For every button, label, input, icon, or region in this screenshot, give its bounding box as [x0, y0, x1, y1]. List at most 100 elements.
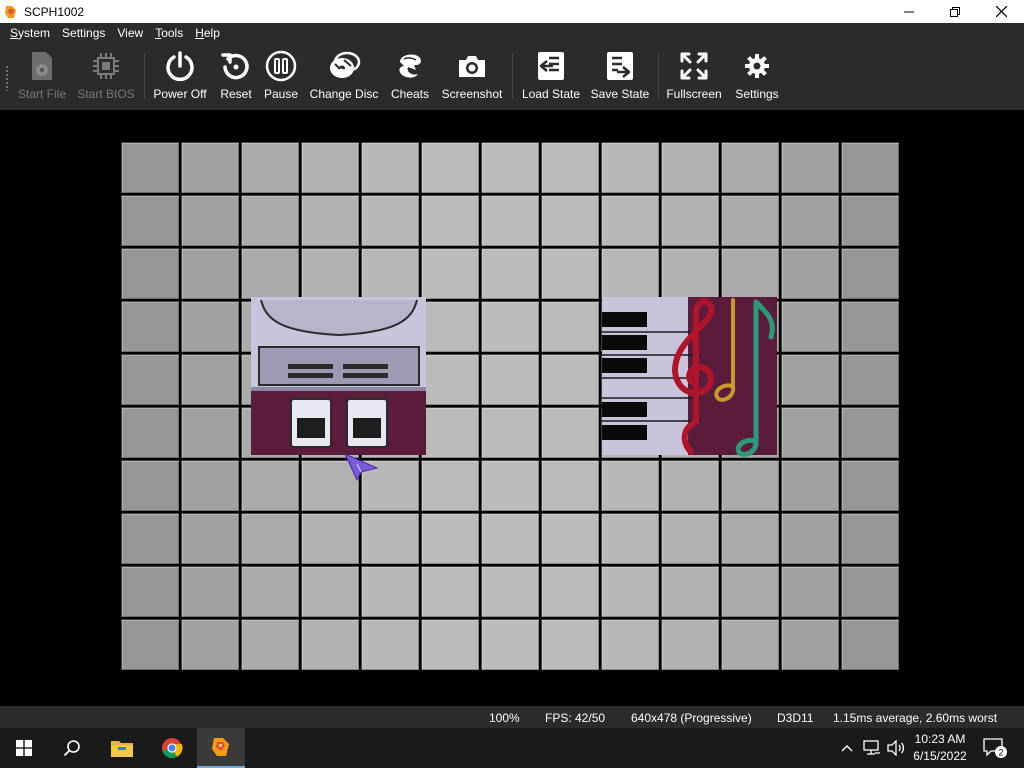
memory-card-manager-icon[interactable] — [251, 297, 426, 455]
network-button[interactable] — [862, 739, 882, 757]
speed-status: 100% — [489, 711, 520, 725]
renderer-status: D3D11 — [777, 711, 814, 725]
save-state-icon — [607, 52, 633, 80]
bios-tile — [302, 249, 359, 299]
bios-tile — [182, 567, 239, 617]
screenshot-button[interactable]: Screenshot — [442, 49, 502, 105]
window-title: SCPH1002 — [24, 4, 85, 19]
bios-tile — [422, 196, 479, 246]
bios-tile — [122, 143, 179, 193]
file-explorer-button[interactable] — [98, 728, 146, 768]
bios-tile — [842, 461, 899, 511]
menu-settings[interactable]: Settings — [56, 26, 111, 40]
menu-help[interactable]: Help — [189, 26, 226, 40]
camera-icon — [459, 56, 485, 77]
bios-tile — [182, 143, 239, 193]
windows-start-icon — [16, 740, 32, 756]
bios-tile — [422, 355, 479, 405]
search-icon — [63, 740, 80, 757]
bios-tile — [242, 514, 299, 564]
toolbar: Start File Start BIOS Power Off Reset Pa… — [0, 43, 1024, 110]
menu-system[interactable]: System — [4, 26, 56, 40]
load-state-button[interactable]: Load State — [520, 49, 582, 105]
taskbar-clock[interactable]: 10:23 AM 6/15/2022 — [908, 731, 972, 765]
bios-tile — [602, 514, 659, 564]
action-center-button[interactable]: 2 — [980, 735, 1010, 761]
fps-status: FPS: 42/50 — [545, 711, 606, 725]
bios-tile — [362, 249, 419, 299]
fullscreen-icon — [680, 52, 708, 80]
frame-time-status: 1.15ms average, 2.60ms worst — [833, 711, 998, 725]
bios-tile — [602, 620, 659, 670]
bios-tile — [542, 249, 599, 299]
save-state-button[interactable]: Save State — [590, 49, 650, 105]
network-icon — [863, 740, 880, 755]
pause-icon — [265, 50, 297, 82]
start-file-button[interactable]: Start File — [18, 49, 66, 105]
bios-tile — [542, 302, 599, 352]
bios-tile — [662, 620, 719, 670]
change-disc-button[interactable]: Change Disc — [310, 49, 378, 105]
volume-button[interactable] — [886, 739, 906, 757]
clock-date: 6/15/2022 — [913, 749, 967, 763]
chrome-icon — [162, 738, 183, 759]
reset-button[interactable]: Reset — [218, 49, 254, 105]
bios-tile — [242, 620, 299, 670]
bios-tile — [182, 514, 239, 564]
emulator-window: SCPH1002 System Settings View Tools Help… — [0, 0, 1024, 768]
bios-tile — [182, 196, 239, 246]
bios-tile — [302, 143, 359, 193]
bios-tile — [842, 196, 899, 246]
bios-tile — [122, 196, 179, 246]
reset-icon — [221, 53, 249, 80]
bios-tile — [422, 620, 479, 670]
bios-tile — [122, 620, 179, 670]
fullscreen-button[interactable]: Fullscreen — [664, 49, 724, 105]
bios-tile — [302, 620, 359, 670]
start-bios-button[interactable]: Start BIOS — [77, 49, 135, 105]
power-off-button[interactable]: Power Off — [152, 49, 208, 105]
bios-tile — [482, 196, 539, 246]
bios-tile — [542, 196, 599, 246]
duckstation-taskbar-button[interactable] — [197, 728, 245, 768]
bios-tile — [842, 567, 899, 617]
clock-time: 10:23 AM — [914, 732, 966, 746]
load-state-icon — [538, 52, 564, 80]
bios-tile — [422, 461, 479, 511]
bios-tile — [722, 143, 779, 193]
bios-tile — [842, 249, 899, 299]
bios-tile — [302, 196, 359, 246]
pause-button[interactable]: Pause — [262, 49, 300, 105]
game-screen[interactable] — [121, 142, 901, 672]
start-button[interactable] — [0, 728, 48, 768]
bios-tile — [182, 302, 239, 352]
bios-tile — [482, 567, 539, 617]
bios-tile — [542, 355, 599, 405]
bios-tile — [722, 567, 779, 617]
file-explorer-icon — [111, 741, 133, 757]
menu-tools[interactable]: Tools — [149, 26, 189, 40]
close-button[interactable] — [978, 0, 1024, 23]
menu-view[interactable]: View — [111, 26, 149, 40]
bios-tile — [182, 355, 239, 405]
bios-tile — [782, 567, 839, 617]
minimize-button[interactable] — [886, 0, 932, 23]
chevron-up-icon — [841, 745, 853, 752]
maximize-button[interactable] — [932, 0, 978, 23]
bios-tile — [422, 567, 479, 617]
bios-tile — [242, 567, 299, 617]
cd-player-icon[interactable] — [602, 297, 777, 457]
cheats-button[interactable]: Cheats — [390, 49, 430, 105]
bios-tile — [122, 355, 179, 405]
bios-tile — [482, 355, 539, 405]
bios-tile — [362, 514, 419, 564]
toolbar-grip[interactable] — [5, 65, 9, 91]
chrome-button[interactable] — [148, 728, 196, 768]
bios-tile — [122, 249, 179, 299]
bios-tile — [662, 249, 719, 299]
search-button[interactable] — [48, 728, 96, 768]
bios-tile — [242, 143, 299, 193]
tray-overflow-button[interactable] — [838, 739, 856, 757]
bios-tile — [542, 461, 599, 511]
settings-button[interactable]: Settings — [734, 49, 780, 105]
